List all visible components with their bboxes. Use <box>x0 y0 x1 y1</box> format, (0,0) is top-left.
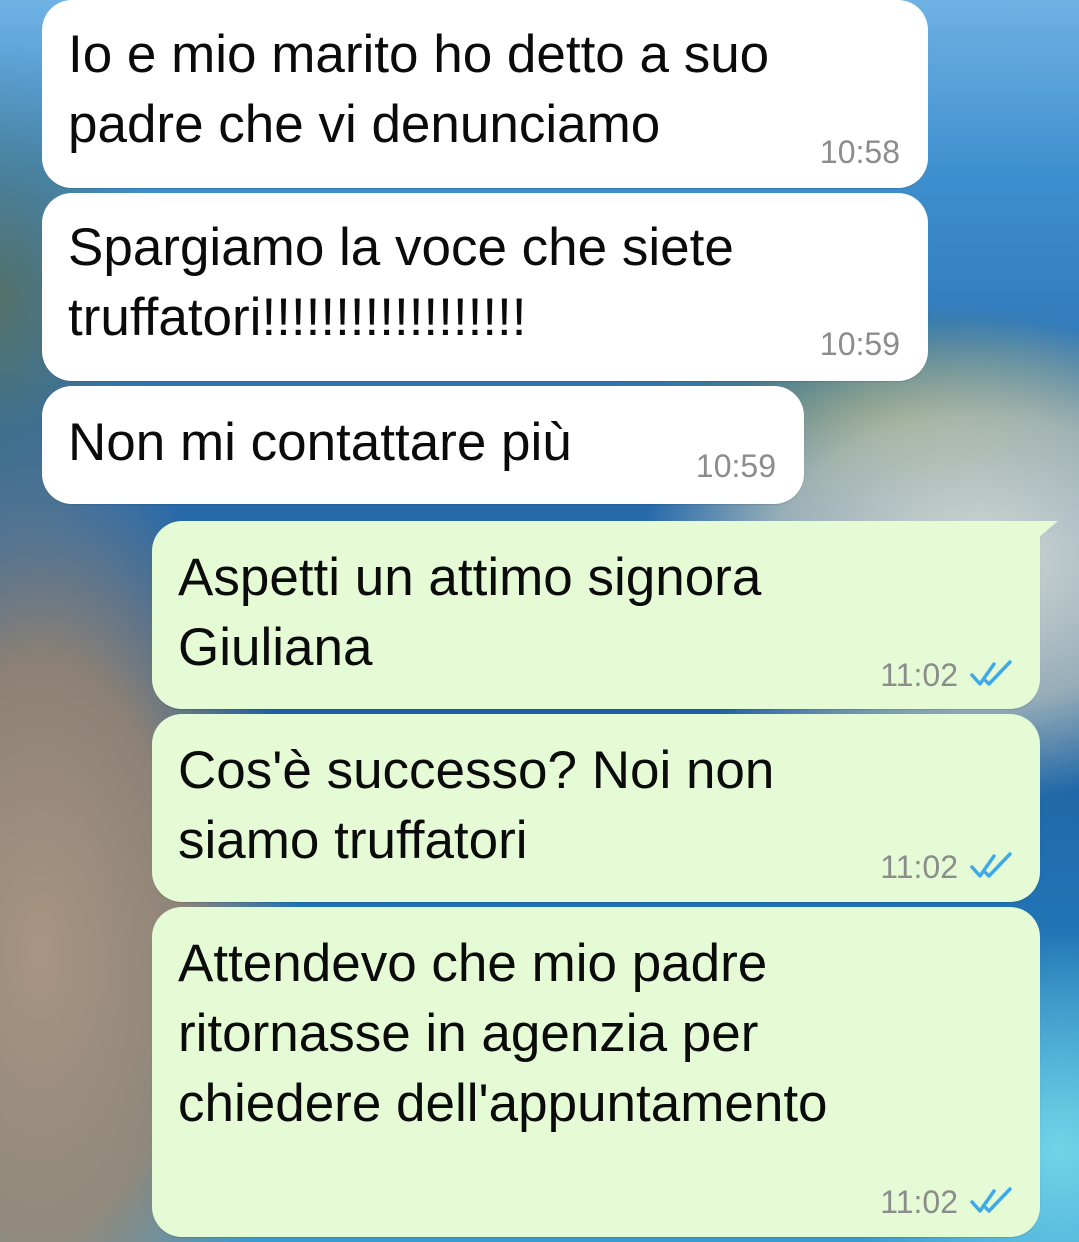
double-check-icon <box>970 852 1012 878</box>
message-text: Attendevo che mio padre ritornasse in ag… <box>178 934 828 1133</box>
message-timestamp: 11:02 <box>880 1184 958 1220</box>
message-text: Non mi contattare più <box>68 413 572 472</box>
bubble-tail <box>1032 521 1058 543</box>
message-timestamp: 10:59 <box>819 326 900 362</box>
incoming-message[interactable]: Spargiamo la voce che siete truffatori!!… <box>42 193 928 381</box>
double-check-icon <box>970 1187 1012 1213</box>
outgoing-message[interactable]: Aspetti un attimo signora Giuliana 11:02 <box>152 521 1058 709</box>
message-timestamp: 10:58 <box>819 134 900 170</box>
message-timestamp: 11:02 <box>880 657 958 693</box>
message-timestamp: 11:02 <box>880 849 958 885</box>
outgoing-message[interactable]: Cos'è successo? Noi non siamo truffatori… <box>152 714 1040 902</box>
incoming-message[interactable]: Io e mio marito ho detto a suo padre che… <box>42 0 928 188</box>
message-text: Io e mio marito ho detto a suo padre che… <box>68 25 770 154</box>
incoming-message[interactable]: Non mi contattare più 10:59 <box>42 386 804 504</box>
outgoing-message[interactable]: Attendevo che mio padre ritornasse in ag… <box>152 907 1040 1237</box>
message-text: Spargiamo la voce che siete truffatori!!… <box>68 218 734 347</box>
double-check-icon <box>970 660 1012 686</box>
message-timestamp: 10:59 <box>695 448 776 484</box>
